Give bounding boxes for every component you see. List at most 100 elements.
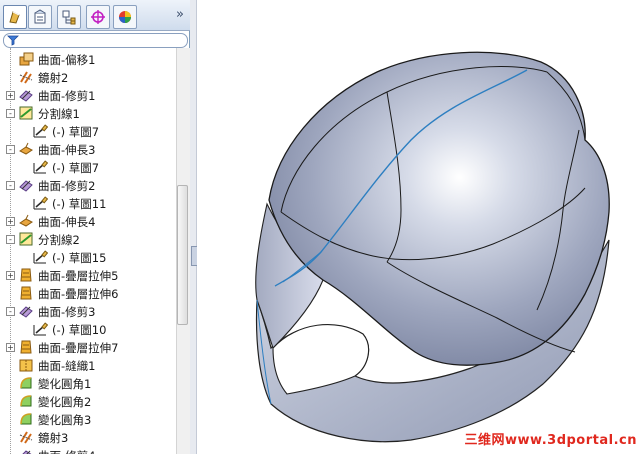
variable-fillet-icon: [18, 393, 34, 409]
tree-item-label: (-) 草圖7: [52, 161, 100, 175]
tree-item[interactable]: + 曲面-修剪1: [0, 86, 176, 104]
tree-item-label: 變化圓角3: [38, 413, 92, 427]
tree-item-label: 曲面-伸長3: [38, 143, 96, 157]
tree-item[interactable]: 鏡射2: [0, 68, 176, 86]
expand-toggle[interactable]: +: [6, 217, 15, 226]
split-line-icon: [18, 105, 34, 121]
tree-item-label: 分割線2: [38, 233, 80, 247]
collapse-toggle[interactable]: -: [6, 145, 15, 154]
tree-item[interactable]: + 曲面-疊層拉伸5: [0, 266, 176, 284]
helmet-model[interactable]: [197, 0, 641, 454]
feature-manager-icon: [9, 11, 20, 24]
tree-item-label: 曲面-伸長4: [38, 215, 96, 229]
tree-item-label: 曲面-疊層拉伸5: [38, 269, 119, 283]
collapse-toggle[interactable]: -: [6, 181, 15, 190]
tree-item-label: (-) 草圖7: [52, 125, 100, 139]
sketch-icon: [32, 321, 49, 337]
sketch-icon: [32, 159, 49, 175]
surface-trim-icon: [18, 87, 34, 103]
tree-item-label: (-) 草圖15: [52, 251, 107, 265]
sketch-icon: [32, 123, 49, 139]
mirror-icon: [18, 69, 34, 85]
tree-item[interactable]: (-) 草圖11: [0, 194, 176, 212]
panel-splitter[interactable]: [190, 0, 197, 454]
surface-loft-icon: [18, 339, 34, 355]
mirror-icon: [18, 429, 34, 445]
tree-item[interactable]: - 曲面-伸長3: [0, 140, 176, 158]
tree-item-label: 曲面-疊層拉伸7: [38, 341, 119, 355]
surface-loft-icon: [18, 285, 34, 301]
display-manager-tab[interactable]: [113, 5, 137, 29]
variable-fillet-icon: [18, 411, 34, 427]
tree-item[interactable]: - 曲面-修剪2: [0, 176, 176, 194]
property-manager-icon: [34, 9, 46, 24]
configuration-manager-tab[interactable]: [57, 5, 81, 29]
expand-toggle[interactable]: +: [6, 91, 15, 100]
collapse-toggle[interactable]: -: [6, 307, 15, 316]
tree-item-label: 曲面-修剪3: [38, 305, 96, 319]
collapse-toggle[interactable]: -: [6, 109, 15, 118]
surface-trim-icon: [18, 177, 34, 193]
tree-item[interactable]: (-) 草圖15: [0, 248, 176, 266]
tree-item[interactable]: (-) 草圖7: [0, 158, 176, 176]
tree-item[interactable]: 曲面-偏移1: [0, 50, 176, 68]
expand-toggle[interactable]: +: [6, 271, 15, 280]
sketch-icon: [32, 195, 49, 211]
tree-item[interactable]: - 分割線2: [0, 230, 176, 248]
tree-scrollbar-thumb[interactable]: [177, 185, 188, 325]
dimxpert-icon: [91, 10, 105, 24]
property-manager-tab[interactable]: [28, 5, 52, 29]
surface-trim-icon: [18, 447, 34, 454]
more-tabs-button[interactable]: »: [176, 7, 184, 22]
tree-item[interactable]: 曲面-修剪4: [0, 446, 176, 454]
variable-fillet-icon: [18, 375, 34, 391]
tree-item[interactable]: (-) 草圖10: [0, 320, 176, 338]
tree-item-label: (-) 草圖11: [52, 197, 107, 211]
feature-manager-panel: » 曲面-偏移1 鏡射2 + 曲面-修剪1 - 分割線1 (-) 草圖7 - 曲面-伸長3 (-)…: [0, 0, 190, 454]
tree-item[interactable]: 曲面-縫織1: [0, 356, 176, 374]
filter-icon: [7, 35, 19, 46]
feature-manager-tab[interactable]: [3, 5, 27, 29]
tree-item-label: 鏡射2: [38, 71, 69, 85]
collapse-toggle[interactable]: -: [6, 235, 15, 244]
tree-item-label: (-) 草圖10: [52, 323, 107, 337]
tree-item[interactable]: - 曲面-修剪3: [0, 302, 176, 320]
dome-surface[interactable]: [268, 51, 610, 366]
tree-item[interactable]: 變化圓角3: [0, 410, 176, 428]
tree-item-label: 變化圓角1: [38, 377, 92, 391]
surface-extrude-icon: [18, 141, 34, 157]
tree-item-label: 分割線1: [38, 107, 80, 121]
split-line-icon: [18, 231, 34, 247]
surface-trim-icon: [18, 303, 34, 319]
watermark: 三维网www.3dportal.cn: [464, 433, 637, 448]
tree-item-label: 曲面-修剪2: [38, 179, 96, 193]
tree-item[interactable]: 變化圓角1: [0, 374, 176, 392]
tree-item-label: 曲面-修剪1: [38, 89, 96, 103]
tree-item[interactable]: (-) 草圖7: [0, 122, 176, 140]
tree-filter[interactable]: [3, 33, 188, 48]
tree-item[interactable]: 鏡射3: [0, 428, 176, 446]
surface-offset-icon: [18, 51, 34, 67]
surface-knit-icon: [18, 357, 34, 373]
panel-tab-bar: »: [0, 0, 190, 31]
tree-item-label: 曲面-修剪4: [38, 448, 95, 454]
expand-toggle[interactable]: +: [6, 343, 15, 352]
tree-item[interactable]: - 分割線1: [0, 104, 176, 122]
surface-loft-icon: [18, 267, 34, 283]
dimxpert-tab[interactable]: [86, 5, 110, 29]
tree-item-label: 變化圓角2: [38, 395, 92, 409]
tree-item-label: 曲面-縫織1: [38, 359, 96, 373]
feature-tree: 曲面-偏移1 鏡射2 + 曲面-修剪1 - 分割線1 (-) 草圖7 - 曲面-伸長3 (-) 草…: [0, 48, 176, 454]
tree-item[interactable]: + 曲面-疊層拉伸7: [0, 338, 176, 356]
graphics-area[interactable]: 三维网www.3dportal.cn: [197, 0, 641, 454]
sketch-icon: [32, 249, 49, 265]
display-manager-icon: [119, 11, 131, 23]
tree-item[interactable]: + 曲面-伸長4: [0, 212, 176, 230]
tree-item-label: 鏡射3: [38, 431, 69, 445]
tree-item[interactable]: 曲面-疊層拉伸6: [0, 284, 176, 302]
tree-item-label: 曲面-疊層拉伸6: [38, 287, 119, 301]
tree-item[interactable]: 變化圓角2: [0, 392, 176, 410]
surface-extrude-icon: [18, 213, 34, 229]
tree-item-label: 曲面-偏移1: [38, 53, 96, 67]
configuration-manager-icon: [62, 10, 76, 25]
